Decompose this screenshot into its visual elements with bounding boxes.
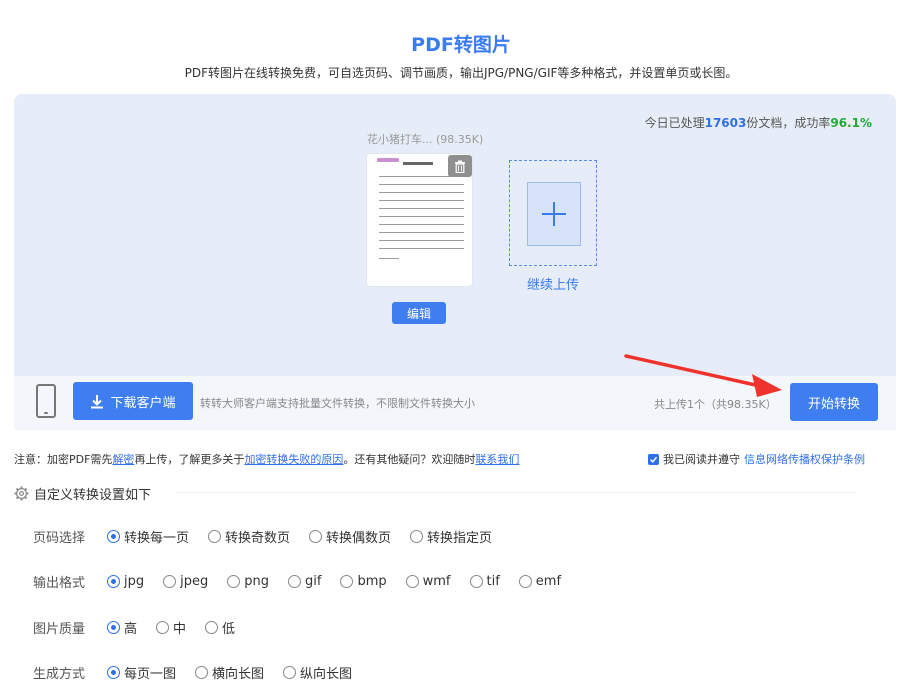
radio-option-label: 转换指定页 xyxy=(427,531,493,546)
option-row: 页码选择 转换每一页 转换奇数页 转换偶数页 转换指定页 xyxy=(33,527,511,546)
delete-file-button[interactable] xyxy=(448,155,472,177)
radio-option[interactable]: wmf xyxy=(405,574,451,589)
radio-option-label: bmp xyxy=(357,574,387,589)
radio-option-label: 每页一图 xyxy=(124,667,177,682)
agree-checkbox[interactable] xyxy=(648,453,659,465)
radio-option[interactable]: gif xyxy=(288,574,321,589)
radio-button[interactable] xyxy=(283,666,297,679)
page-title: PDF转图片 xyxy=(411,34,511,56)
radio-option[interactable]: 每页一图 xyxy=(107,663,176,682)
radio-button[interactable] xyxy=(107,621,120,634)
processing-stats: 今日已处理17603份文档，成功率96.1% xyxy=(644,116,872,130)
radio-button[interactable] xyxy=(227,575,241,588)
radio-option[interactable]: 转换指定页 xyxy=(410,527,492,546)
radio-option-label: jpeg xyxy=(180,574,209,589)
page-subtitle: PDF转图片在线转换免费，可自选页码、调节画质，输出JPG/PNG/GIF等多种… xyxy=(184,66,738,80)
radio-option-label: 高 xyxy=(124,622,138,637)
regulation-link[interactable]: 信息网络传播权保护条例 xyxy=(744,451,865,467)
docs-count: 17603 xyxy=(704,116,747,130)
option-row-label: 图片质量 xyxy=(33,622,86,637)
radio-button[interactable] xyxy=(309,530,323,543)
radio-option[interactable]: 中 xyxy=(156,618,186,637)
checkbox-icon xyxy=(649,456,658,463)
option-row: 输出格式 jpg jpeg png gif bmp wmf tif emf xyxy=(33,572,580,591)
radio-option-label: 中 xyxy=(173,622,187,637)
radio-button[interactable] xyxy=(518,575,532,588)
radio-option-label: 转换每一页 xyxy=(124,531,190,546)
trash-icon xyxy=(455,160,465,173)
plus-icon xyxy=(542,202,566,226)
radio-option-label: 纵向长图 xyxy=(300,667,353,682)
file-name: 花小猪打车... (98.35K) xyxy=(367,133,484,146)
contact-us-link[interactable]: 联系我们 xyxy=(475,453,519,466)
agreement: 我已阅读并遵守 信息网络传播权保护条例 xyxy=(648,451,865,467)
radio-option-label: gif xyxy=(305,574,322,589)
edit-button[interactable]: 编辑 xyxy=(392,302,446,324)
radio-option[interactable]: png xyxy=(227,574,269,589)
radio-option-label: 横向长图 xyxy=(212,667,265,682)
radio-button[interactable] xyxy=(107,575,120,588)
radio-button[interactable] xyxy=(163,575,177,588)
radio-option[interactable]: jpg xyxy=(107,574,144,589)
radio-option[interactable]: tif xyxy=(469,574,500,589)
upload-count: 共上传1个（共98.35K） xyxy=(654,398,777,411)
radio-button[interactable] xyxy=(107,666,120,679)
radio-option-label: jpg xyxy=(124,574,145,589)
option-row: 生成方式 每页一图 横向长图 纵向长图 xyxy=(33,663,371,682)
radio-button[interactable] xyxy=(156,621,170,634)
radio-option[interactable]: 低 xyxy=(205,618,235,637)
radio-option[interactable]: 高 xyxy=(107,618,137,637)
continue-upload-label[interactable]: 继续上传 xyxy=(509,274,597,293)
option-row: 图片质量 高 中 低 xyxy=(33,618,254,637)
radio-option-label: 转换偶数页 xyxy=(326,531,392,546)
radio-button[interactable] xyxy=(205,621,219,634)
radio-option-label: emf xyxy=(535,574,562,589)
gear-icon xyxy=(14,486,29,501)
radio-button[interactable] xyxy=(288,575,301,588)
option-row-label: 页码选择 xyxy=(33,531,86,546)
option-row-label: 生成方式 xyxy=(33,667,86,682)
radio-option[interactable]: 横向长图 xyxy=(195,663,264,682)
failure-reasons-link[interactable]: 加密转换失败的原因 xyxy=(244,453,343,466)
radio-option[interactable]: bmp xyxy=(340,574,387,589)
client-tip: 转转大师客户端支持批量文件转换，不限制文件转换大小 xyxy=(200,397,475,410)
radio-button[interactable] xyxy=(469,575,483,588)
radio-option-label: 转换奇数页 xyxy=(225,531,291,546)
radio-button[interactable] xyxy=(405,575,419,588)
phone-icon xyxy=(36,384,56,418)
radio-button[interactable] xyxy=(208,530,222,543)
radio-button[interactable] xyxy=(195,666,209,679)
radio-button[interactable] xyxy=(410,530,424,543)
download-icon xyxy=(91,394,104,408)
radio-option[interactable]: emf xyxy=(518,574,562,589)
radio-option[interactable]: jpeg xyxy=(163,574,208,589)
radio-option[interactable]: 转换每一页 xyxy=(107,527,189,546)
option-row-label: 输出格式 xyxy=(33,576,86,591)
radio-option[interactable]: 纵向长图 xyxy=(283,663,352,682)
radio-option-label: png xyxy=(244,574,269,589)
radio-option-label: 低 xyxy=(222,622,236,637)
decrypt-link[interactable]: 解密 xyxy=(112,453,134,466)
action-bar: 下载客户端 转转大师客户端支持批量文件转换，不限制文件转换大小 共上传1个（共9… xyxy=(14,376,896,430)
radio-option[interactable]: 转换偶数页 xyxy=(309,527,391,546)
start-convert-button[interactable]: 开始转换 xyxy=(790,383,878,421)
radio-option-label: wmf xyxy=(422,574,451,589)
upload-panel: 今日已处理17603份文档，成功率96.1% 花小猪打车... (98.35K)… xyxy=(14,94,896,376)
settings-header: 自定义转换设置如下 xyxy=(14,484,151,503)
settings-divider xyxy=(176,492,856,493)
add-file-button[interactable] xyxy=(509,160,597,266)
radio-button[interactable] xyxy=(107,530,120,543)
radio-option-label: tif xyxy=(486,574,500,589)
download-client-button[interactable]: 下载客户端 xyxy=(73,382,193,420)
radio-button[interactable] xyxy=(340,575,354,588)
encryption-notice: 注意：加密PDF需先解密再上传，了解更多关于加密转换失败的原因。还有其他疑问？欢… xyxy=(14,453,520,466)
success-rate: 96.1% xyxy=(830,116,872,130)
radio-option[interactable]: 转换奇数页 xyxy=(208,527,290,546)
